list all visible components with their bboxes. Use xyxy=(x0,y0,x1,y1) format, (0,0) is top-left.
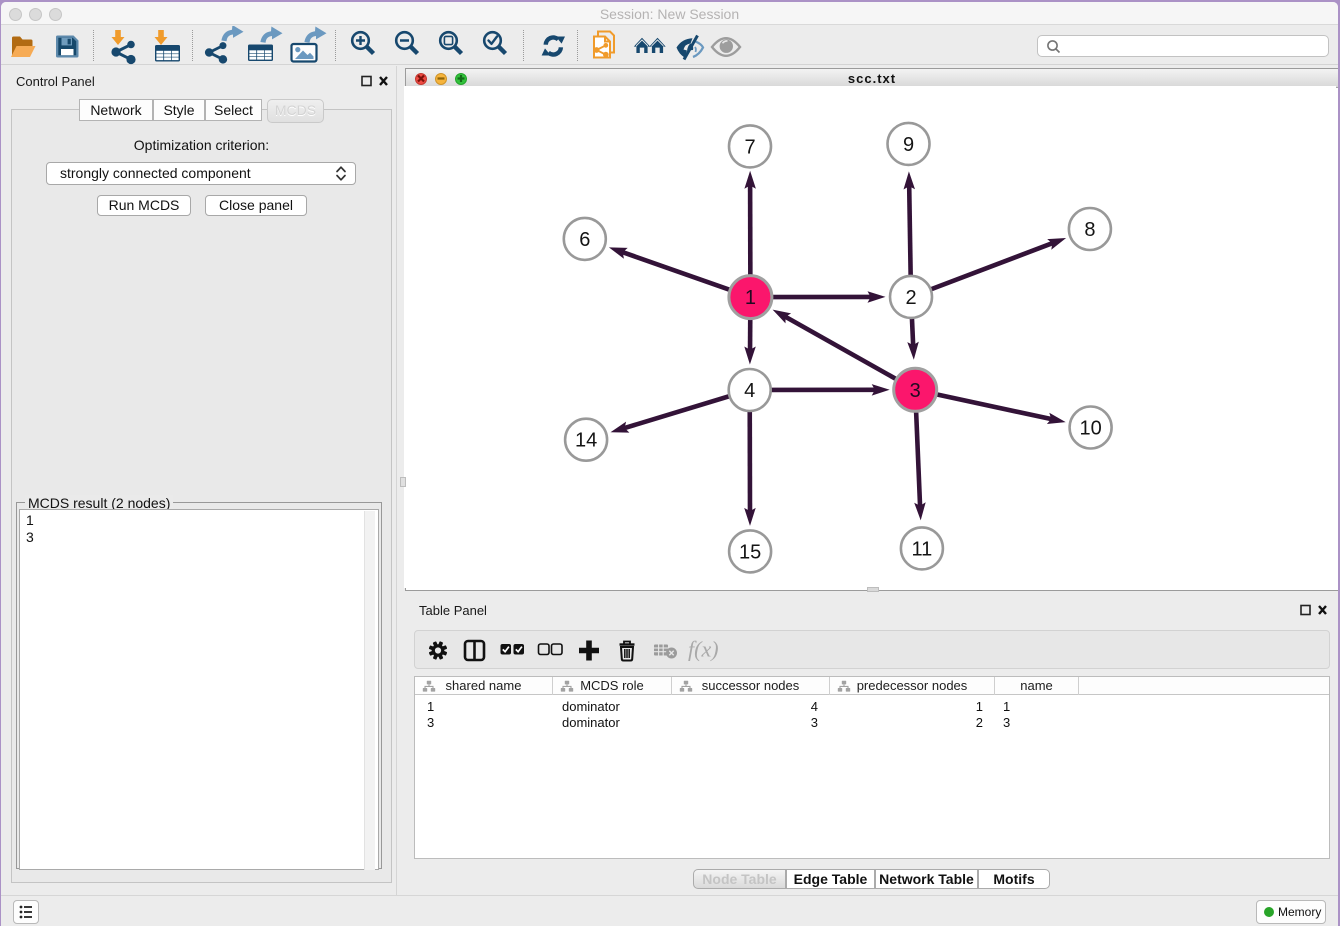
svg-text:f(x): f(x) xyxy=(688,637,719,662)
svg-text:15: 15 xyxy=(739,542,761,564)
svg-text:11: 11 xyxy=(912,539,933,561)
svg-text:2: 2 xyxy=(906,287,917,309)
svg-text:7: 7 xyxy=(745,137,756,159)
svg-text:3: 3 xyxy=(910,380,921,402)
svg-text:10: 10 xyxy=(1080,418,1102,440)
svg-text:14: 14 xyxy=(575,430,597,452)
svg-text:1: 1 xyxy=(745,287,756,309)
svg-text:6: 6 xyxy=(580,229,591,251)
svg-text:4: 4 xyxy=(745,380,756,402)
svg-text:9: 9 xyxy=(903,134,914,156)
svg-text:8: 8 xyxy=(1085,219,1096,241)
